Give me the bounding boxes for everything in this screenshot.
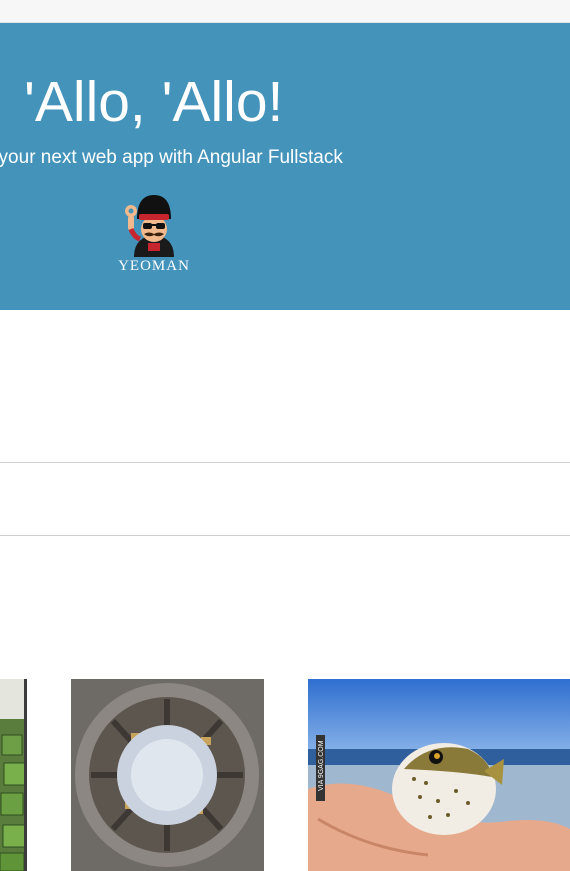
svg-text:VIA 9GAG.COM: VIA 9GAG.COM [318,740,325,791]
tiny-planet-city-photo [71,679,264,871]
gallery-thumbnail-tiny-planet[interactable] [71,679,264,871]
hero-lead-text: t your next web app with Angular Fullsta… [0,147,343,168]
section-divider-bottom [0,535,570,536]
gallery-thumbnail-watermelons[interactable] [0,679,27,871]
gallery-thumbnail-pufferfish[interactable]: VIA 9GAG.COM [308,679,570,871]
hero-jumbotron: 'Allo, 'Allo! t your next web app with A… [0,23,570,310]
yeoman-mascot-icon [125,195,174,257]
yeoman-logo-label: YEOMAN [118,258,190,274]
section-divider-top [0,462,570,463]
hero-title: 'Allo, 'Allo! [24,70,284,134]
top-navbar [0,0,570,23]
square-watermelons-photo [0,679,27,871]
pufferfish-in-hand-photo: VIA 9GAG.COM [308,679,570,871]
yeoman-logo: YEOMAN [104,189,204,279]
